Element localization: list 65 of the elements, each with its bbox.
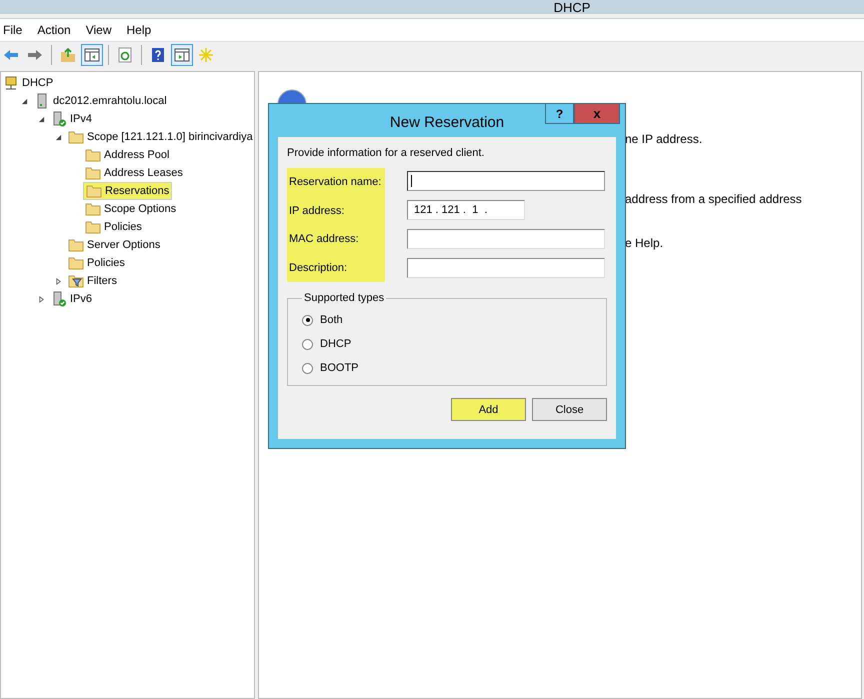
field-label: IP address: bbox=[289, 204, 346, 218]
folder-icon bbox=[68, 255, 84, 271]
help-button[interactable]: ? bbox=[545, 104, 574, 124]
forward-arrow-icon bbox=[27, 47, 43, 63]
expand-arrow-icon[interactable] bbox=[38, 296, 45, 302]
input-field[interactable] bbox=[407, 229, 605, 249]
input-field[interactable] bbox=[407, 171, 605, 191]
tree-item[interactable]: IPv4 bbox=[49, 111, 94, 127]
tree-item[interactable]: Policies bbox=[83, 219, 144, 235]
panel-icon bbox=[84, 47, 100, 63]
radio-label: Both bbox=[320, 314, 343, 326]
tree-item[interactable]: Address Pool bbox=[83, 147, 172, 163]
radio-button[interactable] bbox=[302, 362, 313, 374]
folder-icon bbox=[85, 147, 101, 163]
tree-item[interactable]: IPv6 bbox=[49, 291, 94, 307]
tree-item[interactable]: Policies bbox=[66, 255, 127, 271]
collapse-arrow-icon[interactable] bbox=[21, 98, 28, 104]
action-pane-button[interactable] bbox=[171, 44, 193, 66]
tree-item[interactable]: Filters bbox=[66, 273, 119, 289]
input-field[interactable] bbox=[407, 258, 605, 278]
window-title: DHCP bbox=[554, 0, 590, 14]
folder-up-icon bbox=[60, 47, 76, 63]
group-title: Supported types bbox=[303, 292, 386, 304]
dialog-button[interactable]: Add bbox=[451, 398, 526, 421]
field-label: Description: bbox=[289, 260, 348, 275]
panel-icon bbox=[174, 47, 190, 63]
menu-item[interactable]: File bbox=[0, 23, 28, 37]
show-tree-button[interactable] bbox=[81, 44, 103, 66]
tree-item[interactable]: Reservations bbox=[83, 182, 172, 200]
refresh-icon bbox=[117, 47, 133, 63]
menu-item[interactable]: Help bbox=[124, 23, 158, 37]
tree-item[interactable]: Scope Options bbox=[83, 201, 178, 217]
tree-item[interactable]: dc2012.emrahtolu.local bbox=[32, 93, 169, 109]
radio-button[interactable] bbox=[302, 314, 313, 326]
folder-icon bbox=[85, 219, 101, 235]
radio-label: DHCP bbox=[320, 338, 352, 350]
instruction-text: Provide information for a reserved client. bbox=[287, 147, 486, 159]
field-label: MAC address: bbox=[289, 232, 360, 246]
folder-icon bbox=[68, 237, 84, 253]
help-icon bbox=[150, 47, 166, 63]
server-check-icon bbox=[51, 291, 67, 307]
filter-folder-icon bbox=[68, 273, 84, 289]
description-text: address from a specified address bbox=[625, 192, 802, 206]
server-check-icon bbox=[51, 111, 67, 127]
collapse-arrow-icon[interactable] bbox=[38, 116, 45, 122]
back-arrow-icon bbox=[3, 47, 19, 63]
tree-item[interactable]: Server Options bbox=[66, 237, 162, 253]
expand-arrow-icon[interactable] bbox=[55, 278, 62, 284]
ip-address-field[interactable]: 121 . 121 . 1 . bbox=[407, 200, 525, 220]
star-icon bbox=[198, 47, 214, 63]
collapse-arrow-icon[interactable] bbox=[55, 134, 62, 140]
description-text: ne IP address. bbox=[625, 132, 704, 146]
dialog-title: New Reservation bbox=[390, 113, 504, 131]
window-close-button[interactable]: x bbox=[574, 104, 620, 124]
dialog-button[interactable]: Close bbox=[532, 398, 607, 421]
tree-item[interactable]: Scope [121.121.1.0] birincivardiya bbox=[66, 129, 254, 145]
tree-item[interactable]: Address Leases bbox=[83, 165, 185, 181]
radio-button[interactable] bbox=[302, 338, 313, 350]
folder-icon bbox=[68, 129, 84, 145]
radio-label: BOOTP bbox=[320, 362, 359, 374]
menu-item[interactable]: Action bbox=[34, 23, 77, 37]
menu-item[interactable]: View bbox=[82, 23, 118, 37]
tree-item[interactable]: DHCP bbox=[1, 75, 56, 91]
field-label: Reservation name: bbox=[289, 175, 382, 190]
folder-icon bbox=[86, 183, 102, 199]
